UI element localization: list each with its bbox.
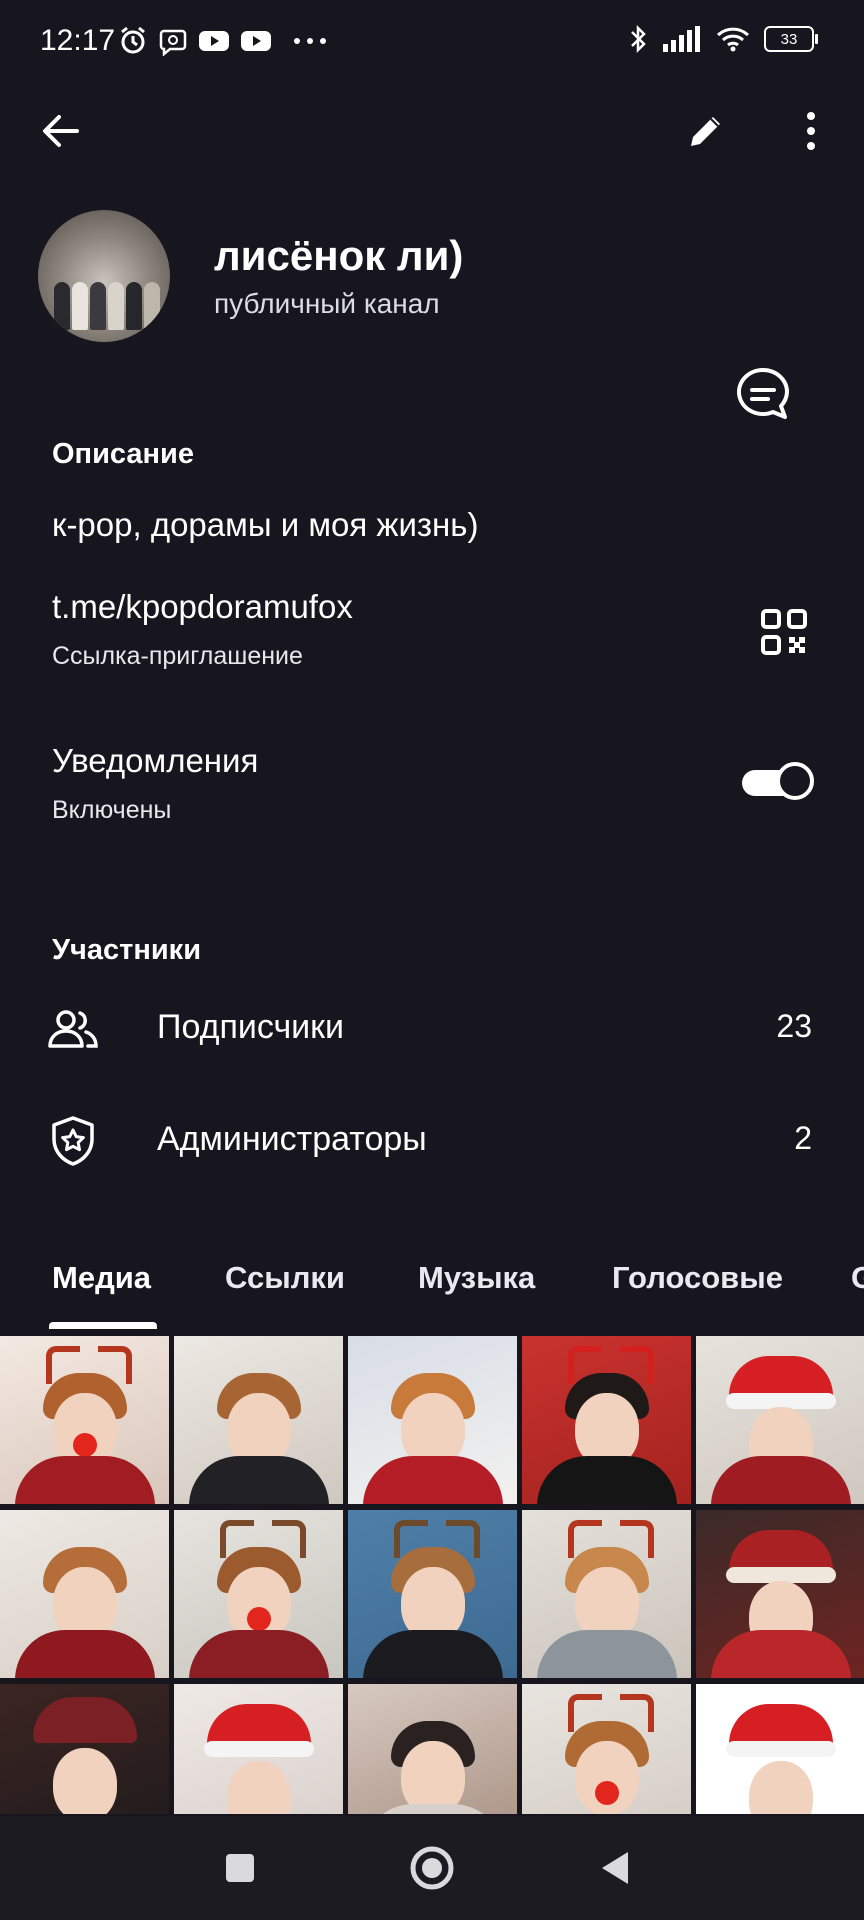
youtube-icon [199,31,229,51]
administrators-label: Администраторы [157,1120,427,1158]
media-thumbnail[interactable] [348,1510,517,1678]
media-thumbnail[interactable] [522,1336,691,1504]
viber-icon [159,29,187,56]
top-app-bar [0,96,864,176]
media-thumbnail[interactable] [348,1336,517,1504]
edit-pencil-icon [691,117,720,146]
media-thumbnail[interactable] [0,1336,169,1504]
media-grid [0,1336,864,1814]
description-text: к-pop, дорамы и моя жизнь) [52,506,479,543]
tab-links[interactable]: Ссылки [225,1260,345,1296]
more-vertical-icon [807,112,815,150]
edit-button[interactable] [671,96,741,166]
discussion-button[interactable] [728,360,798,430]
media-thumbnail[interactable] [696,1336,864,1504]
qr-code-button[interactable] [760,608,808,656]
back-button[interactable] [26,96,96,166]
status-left-icons [118,26,328,56]
channel-title: лисёнок ли) [214,232,464,279]
subscribers-count: 23 [776,1008,812,1044]
alarm-icon [121,26,145,54]
tab-media[interactable]: Медиа [52,1260,151,1296]
media-thumbnail[interactable] [0,1510,169,1678]
recents-square-icon[interactable] [214,1842,266,1894]
status-time: 12:17 [40,24,116,57]
system-nav-bar [0,1816,864,1920]
chat-bubble-icon [737,368,789,419]
tab-more[interactable]: G [851,1260,864,1296]
media-thumbnail[interactable] [522,1510,691,1678]
qr-code-icon [761,609,807,655]
administrators-count: 2 [794,1120,812,1156]
back-triangle-icon[interactable] [590,1842,642,1894]
wifi-icon [716,27,750,52]
invite-link[interactable]: t.me/kpopdoramufox [52,588,353,626]
channel-avatar[interactable] [38,210,170,342]
active-tab-indicator [49,1322,157,1329]
media-thumbnail[interactable] [522,1684,691,1814]
status-bar: 12:17 33 [0,0,864,86]
shield-star-icon [52,1116,94,1166]
more-dots-icon [294,38,326,44]
notifications-title: Уведомления [52,742,259,779]
notifications-toggle[interactable] [742,760,818,804]
signal-icon [663,26,700,52]
bluetooth-icon [631,24,646,54]
battery-icon: 33 [764,26,818,52]
more-options-button[interactable] [776,96,846,166]
youtube-icon [241,31,271,51]
people-icon [48,1010,98,1048]
description-heading: Описание [52,438,194,470]
subscribers-row[interactable]: Подписчики 23 [0,982,864,1074]
media-thumbnail[interactable] [348,1684,517,1814]
administrators-row[interactable]: Администраторы 2 [0,1094,864,1186]
media-thumbnail[interactable] [174,1510,343,1678]
status-right-icons: 33 [628,24,818,54]
tab-voice[interactable]: Голосовые [612,1260,783,1296]
media-tabs: Медиа Ссылки Музыка Голосовые G [0,1250,864,1330]
home-circle-icon[interactable] [406,1842,458,1894]
invite-link-label: Ссылка-приглашение [52,642,303,670]
back-arrow-icon [43,115,79,147]
notifications-status: Включены [52,796,172,824]
subscribers-label: Подписчики [157,1008,345,1046]
toggle-knob [776,762,814,800]
tab-music[interactable]: Музыка [418,1260,535,1296]
media-thumbnail[interactable] [174,1684,343,1814]
channel-type: публичный канал [214,288,440,319]
members-heading: Участники [52,934,202,966]
media-thumbnail[interactable] [174,1336,343,1504]
battery-level: 33 [780,30,798,48]
media-thumbnail[interactable] [696,1684,864,1814]
media-thumbnail[interactable] [696,1510,864,1678]
media-thumbnail[interactable] [0,1684,169,1814]
